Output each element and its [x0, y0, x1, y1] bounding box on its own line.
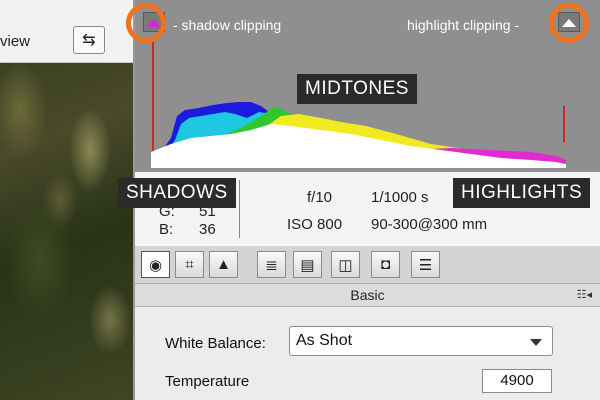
white-balance-label: White Balance:: [165, 335, 266, 352]
white-balance-select[interactable]: As Shot: [289, 326, 553, 356]
highlight-ring: [549, 3, 589, 43]
panel-tabs: ◉ ⌗ ▲ ≣ ▤ ◫ ◘ ☰: [135, 246, 600, 284]
shutter-value: 1/1000 s: [371, 189, 429, 206]
blue-value: 36: [199, 221, 216, 238]
temperature-input[interactable]: 4900: [482, 369, 552, 393]
lens-value: 90-300@300 mm: [371, 216, 488, 233]
iso-value: ISO 800: [287, 216, 343, 233]
histogram: - shadow clipping highlight clipping - M…: [126, 0, 600, 172]
aperture-icon: ◉: [148, 256, 163, 274]
blue-label: B:: [159, 221, 174, 238]
panel-menu-icon[interactable]: ☷◂: [577, 284, 592, 306]
swap-view-button[interactable]: ⇆: [73, 26, 105, 54]
tab-hsl[interactable]: ≣: [257, 251, 286, 278]
tab-lens-corrections[interactable]: ◫: [331, 251, 360, 278]
readout-divider: [239, 180, 240, 238]
hsl-icon: ≣: [265, 256, 278, 274]
section-title: Basic: [350, 287, 385, 303]
adjustment-panel: - shadow clipping highlight clipping - M…: [118, 0, 600, 400]
tab-tone-curve[interactable]: ⌗: [175, 251, 204, 278]
detail-icon: ▲: [216, 256, 231, 273]
preview-toggle-label[interactable]: view: [0, 33, 30, 50]
blue-readout: B: 36: [159, 221, 216, 238]
shadow-clipping-label: - shadow clipping: [173, 17, 282, 33]
tone-curve-icon: ⌗: [185, 256, 194, 273]
presets-icon: ☰: [418, 256, 433, 274]
tab-presets[interactable]: ☰: [411, 251, 440, 278]
white-balance-value: As Shot: [296, 332, 353, 349]
lens-corrections-icon: ◫: [338, 256, 353, 274]
aperture-value: f/10: [307, 189, 333, 206]
split-toning-icon: ▤: [300, 256, 315, 274]
shadows-tag: SHADOWS: [118, 178, 236, 208]
highlight-clipping-label: highlight clipping -: [407, 17, 520, 33]
swap-arrows-icon: ⇆: [82, 32, 96, 49]
preview-toolbar: view ⇆: [0, 0, 133, 63]
highlights-tag: HIGHLIGHTS: [453, 178, 591, 208]
chevron-down-icon: [530, 339, 542, 346]
tab-camera-calibration[interactable]: ◘: [371, 251, 400, 278]
camera-calibration-icon: ◘: [380, 256, 391, 273]
histogram-graph: [151, 102, 566, 168]
highlight-ring: [126, 3, 166, 43]
tab-split-toning[interactable]: ▤: [293, 251, 322, 278]
tab-basic[interactable]: ◉: [141, 251, 170, 278]
midtones-tag: MIDTONES: [297, 74, 417, 104]
temperature-label: Temperature: [165, 373, 250, 390]
section-header: Basic ☷◂: [135, 284, 600, 307]
tab-detail[interactable]: ▲: [209, 251, 238, 278]
